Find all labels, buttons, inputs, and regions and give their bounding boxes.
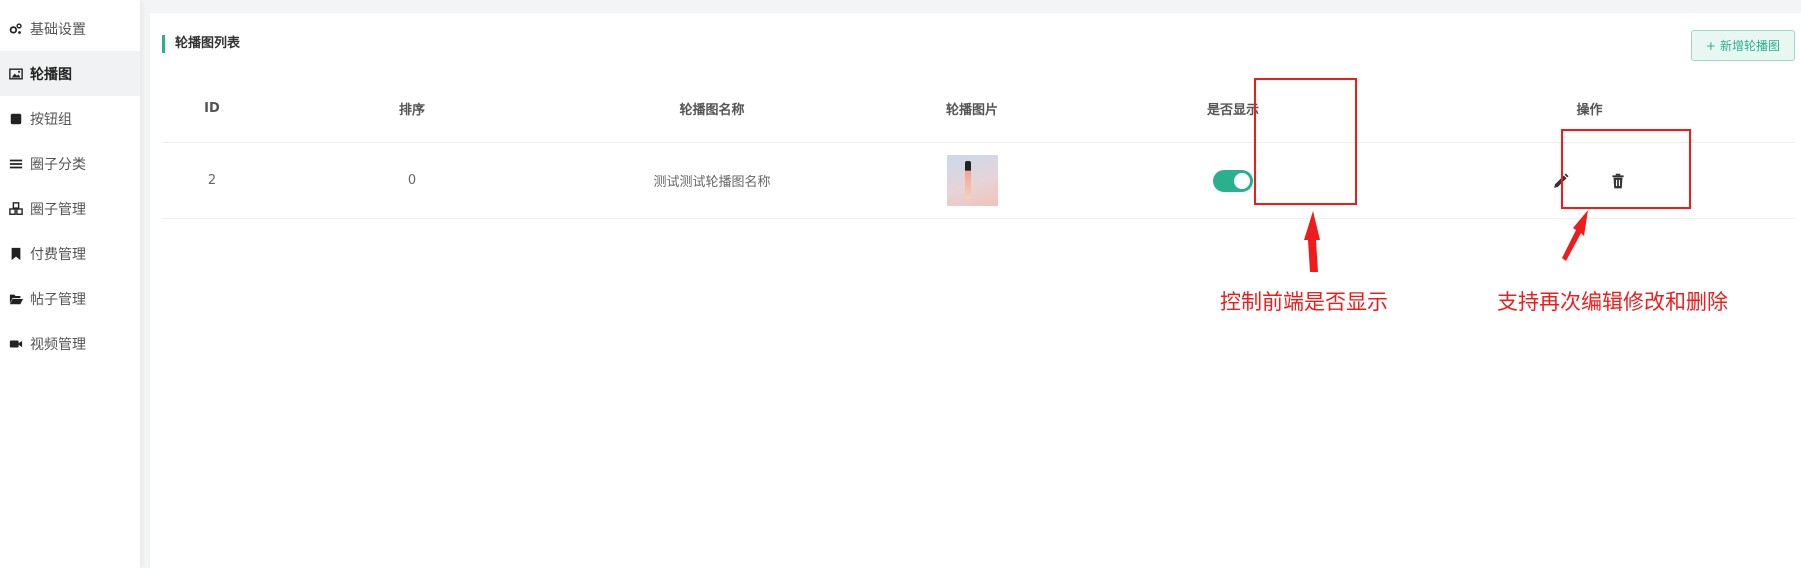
- column-header-actions: 操作: [1576, 103, 1603, 118]
- sidebar-item-label: 圈子分类: [30, 156, 86, 173]
- annotation-toggle-note: 控制前端是否显示: [1220, 290, 1388, 314]
- column-header-name: 轮播图名称: [679, 103, 745, 118]
- sidebar-item-label: 付费管理: [30, 246, 86, 263]
- list-icon: [8, 157, 24, 171]
- page-title: 轮播图列表: [162, 35, 240, 53]
- carousel-table: ID 排序 轮播图名称 轮播图片 是否显示 操作 2 0 测试测试轮播图名称: [162, 75, 1795, 219]
- cubes-icon: [8, 201, 24, 216]
- column-header-id: ID: [204, 101, 220, 116]
- sidebar-item-basic-settings[interactable]: 基础设置: [0, 6, 140, 51]
- bookmark-icon: [8, 247, 24, 261]
- square-icon: [8, 112, 24, 126]
- toggle-knob: [1234, 172, 1250, 189]
- row-sort: 0: [407, 173, 417, 188]
- add-carousel-button[interactable]: + 新增轮播图: [1690, 30, 1795, 61]
- sidebar-item-circle-management[interactable]: 圈子管理: [0, 186, 140, 231]
- table-row: 2 0 测试测试轮播图名称: [162, 143, 1795, 219]
- gears-icon: [8, 22, 24, 36]
- sidebar-item-label: 圈子管理: [30, 201, 86, 218]
- row-image-cell: [862, 155, 1082, 206]
- annotation-box-actions: [1561, 129, 1691, 209]
- row-id: 2: [207, 173, 217, 188]
- sidebar-item-label: 基础设置: [30, 21, 86, 38]
- sidebar-item-label: 轮播图: [30, 66, 72, 83]
- sidebar-item-video-management[interactable]: 视频管理: [0, 321, 140, 366]
- plus-icon: +: [1705, 38, 1716, 53]
- sidebar: 基础设置 轮播图 按钮组 圈子分类 圈子管理 付费管理 帖子管理 视频管理: [0, 0, 141, 568]
- row-name: 测试测试轮播图名称: [653, 175, 771, 190]
- sidebar-item-label: 视频管理: [30, 336, 86, 353]
- annotation-ops-note: 支持再次编辑修改和删除: [1497, 290, 1728, 314]
- folder-open-icon: [8, 292, 24, 306]
- carousel-thumbnail[interactable]: [946, 155, 998, 206]
- sidebar-item-button-group[interactable]: 按钮组: [0, 96, 140, 141]
- sidebar-item-carousel[interactable]: 轮播图: [0, 51, 140, 96]
- visibility-toggle[interactable]: [1213, 169, 1253, 192]
- sidebar-item-post-management[interactable]: 帖子管理: [0, 276, 140, 321]
- sidebar-item-circle-category[interactable]: 圈子分类: [0, 141, 140, 186]
- column-header-image: 轮播图片: [945, 103, 998, 118]
- video-camera-icon: [8, 337, 24, 351]
- sidebar-item-label: 帖子管理: [30, 291, 86, 308]
- sidebar-item-payment-management[interactable]: 付费管理: [0, 231, 140, 276]
- annotation-box-visibility: [1254, 78, 1357, 205]
- add-button-label: 新增轮播图: [1719, 39, 1780, 53]
- sidebar-item-label: 按钮组: [30, 111, 72, 128]
- table-header: ID 排序 轮播图名称 轮播图片 是否显示 操作: [162, 75, 1795, 143]
- column-header-sort: 排序: [398, 103, 425, 118]
- image-icon: [8, 67, 24, 81]
